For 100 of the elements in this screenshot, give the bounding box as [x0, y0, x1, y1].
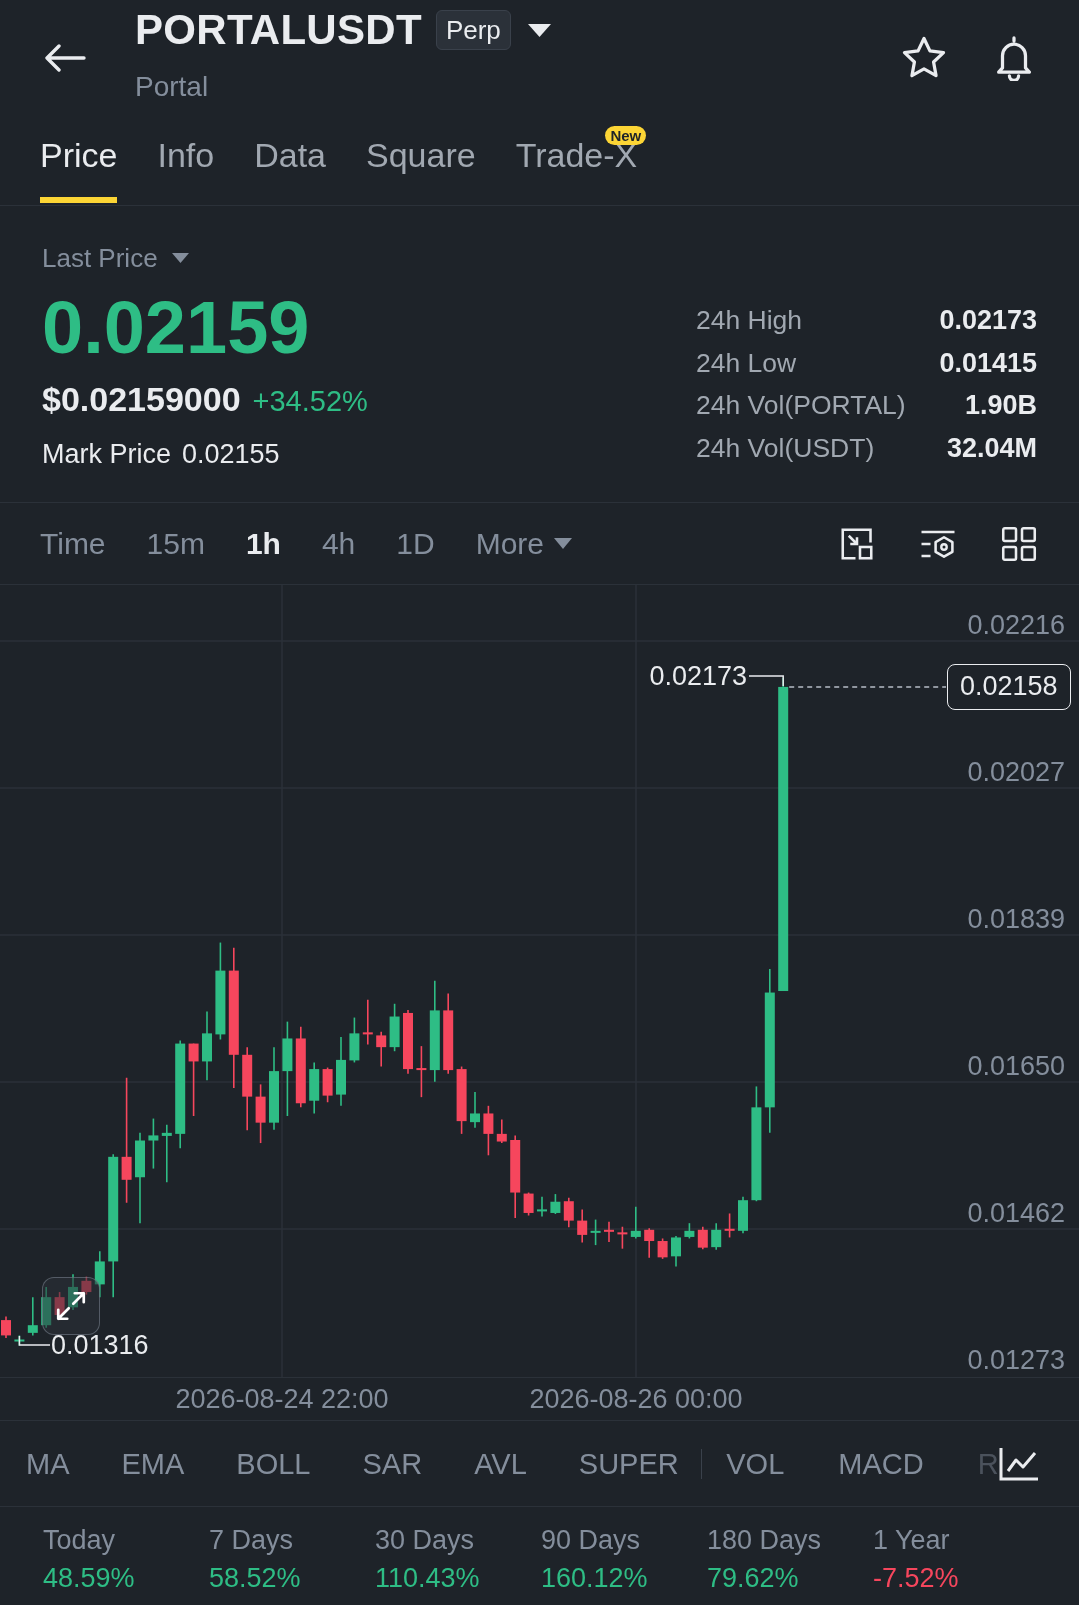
- price-type-dropdown[interactable]: Last Price: [42, 242, 189, 274]
- back-arrow-icon: [44, 44, 86, 72]
- star-icon: [901, 36, 947, 80]
- period-change: -7.52%: [873, 1562, 959, 1595]
- new-badge: New: [605, 126, 647, 145]
- candle: [349, 1016, 360, 1064]
- candle: [68, 1273, 78, 1311]
- price-axis-label: 0.01273: [967, 1344, 1065, 1376]
- favorite-button[interactable]: [901, 36, 947, 80]
- stat-value: 0.02173: [938, 304, 1037, 337]
- period-label: 30 Days: [375, 1524, 475, 1557]
- candle: [550, 1193, 561, 1215]
- price-axis-label: 0.01839: [967, 903, 1065, 935]
- high-price-leader: [748, 675, 784, 687]
- line-chart-icon: [998, 1446, 1039, 1481]
- period-label: Today: [43, 1524, 116, 1557]
- candle: [94, 1250, 105, 1298]
- interval-tab[interactable]: Time: [40, 523, 106, 564]
- indicator-tab[interactable]: MA: [26, 1443, 70, 1484]
- candle: [577, 1208, 588, 1244]
- price-change: +34.52%: [252, 384, 368, 419]
- indicator-tab[interactable]: SAR: [362, 1443, 423, 1484]
- indicator-settings-button[interactable]: [998, 1446, 1039, 1481]
- candle: [81, 1275, 92, 1296]
- candle: [657, 1237, 668, 1260]
- period-label: 180 Days: [707, 1524, 822, 1557]
- caret-icon[interactable]: [527, 23, 551, 37]
- period-label: 90 Days: [541, 1524, 641, 1557]
- candle: [202, 1010, 212, 1082]
- period-change: 48.59%: [43, 1562, 135, 1595]
- interval-tab[interactable]: 4h: [321, 523, 356, 564]
- interval-tab[interactable]: 1h: [245, 523, 281, 564]
- period-change: 110.43%: [375, 1562, 480, 1595]
- grid-icon: [1001, 525, 1037, 562]
- candle: [590, 1218, 601, 1246]
- candle: [403, 1009, 413, 1075]
- tab[interactable]: Info: [157, 118, 215, 203]
- candle: [322, 1066, 333, 1104]
- candle: [362, 998, 373, 1046]
- period-label: 1 Year: [873, 1524, 950, 1557]
- indicator-tab[interactable]: EMA: [121, 1443, 185, 1484]
- candle: [617, 1225, 628, 1250]
- stat-value: 32.04M: [945, 431, 1037, 465]
- candle: [644, 1227, 655, 1259]
- mark-price-value: 0.02155: [182, 438, 280, 470]
- candle: [671, 1235, 681, 1268]
- candle: [563, 1196, 574, 1229]
- period-change: 79.62%: [707, 1562, 799, 1595]
- candle: [604, 1220, 614, 1243]
- back-button[interactable]: [44, 44, 86, 72]
- chart-window-button[interactable]: [839, 525, 875, 562]
- interval-tab[interactable]: More: [475, 523, 573, 564]
- candle: [376, 1031, 387, 1068]
- indicator-tab[interactable]: SUPER: [578, 1443, 679, 1484]
- candle: [27, 1296, 38, 1337]
- last-price: 0.02159: [42, 290, 310, 366]
- stat-value: 1.90B: [963, 389, 1037, 422]
- price-axis-label: 0.01650: [967, 1050, 1065, 1082]
- indicator-tab[interactable]: MACD: [838, 1443, 924, 1484]
- price-axis-label: 0.02027: [967, 756, 1065, 788]
- tab[interactable]: Data: [254, 118, 326, 203]
- candle: [738, 1195, 748, 1235]
- candle: [697, 1225, 708, 1250]
- candle: [41, 1286, 52, 1329]
- layout-button[interactable]: [1001, 525, 1037, 562]
- period-change: 160.12%: [541, 1562, 648, 1595]
- candle: [711, 1222, 722, 1251]
- candle: [336, 1036, 346, 1107]
- stat-label: 24h Low: [696, 346, 798, 380]
- low-price-label: 0.01316: [51, 1329, 149, 1361]
- mark-price-label: Mark Price: [42, 438, 171, 470]
- candle: [161, 1123, 172, 1184]
- candle: [496, 1118, 507, 1144]
- stat-label: 24h Vol(PORTAL): [696, 389, 907, 422]
- indicator-tab[interactable]: VOL: [726, 1443, 785, 1484]
- symbol-title: PORTALUSDT: [135, 6, 422, 54]
- indicator-tab[interactable]: AVL: [474, 1443, 527, 1484]
- high-price-label: 0.02173: [649, 660, 747, 692]
- period-change: 58.52%: [209, 1562, 301, 1595]
- stat-label: 24h Vol(USDT): [696, 431, 876, 465]
- candle: [630, 1206, 641, 1240]
- candle: [148, 1117, 159, 1170]
- symbol-name: Portal: [135, 70, 210, 104]
- price-axis-label: 0.01462: [967, 1197, 1065, 1229]
- candle: [470, 1091, 480, 1129]
- tab[interactable]: Square: [366, 118, 476, 203]
- candle: [537, 1195, 547, 1218]
- time-axis-label: 2026-08-26 00:00: [529, 1383, 743, 1416]
- interval-tab[interactable]: 1D: [396, 523, 435, 564]
- contract-badge: Perp: [435, 10, 511, 50]
- expand-button[interactable]: [42, 1277, 100, 1335]
- price-axis-label: 0.02216: [967, 609, 1065, 641]
- window-arrow-icon: [839, 525, 875, 562]
- candle: [724, 1212, 735, 1239]
- candle: [309, 1061, 320, 1115]
- indicator-tab[interactable]: BOLL: [236, 1443, 311, 1484]
- tab[interactable]: Price: [40, 118, 118, 203]
- period-label: 7 Days: [209, 1524, 294, 1557]
- interval-tab[interactable]: 15m: [146, 523, 205, 564]
- caret-icon: [554, 538, 573, 549]
